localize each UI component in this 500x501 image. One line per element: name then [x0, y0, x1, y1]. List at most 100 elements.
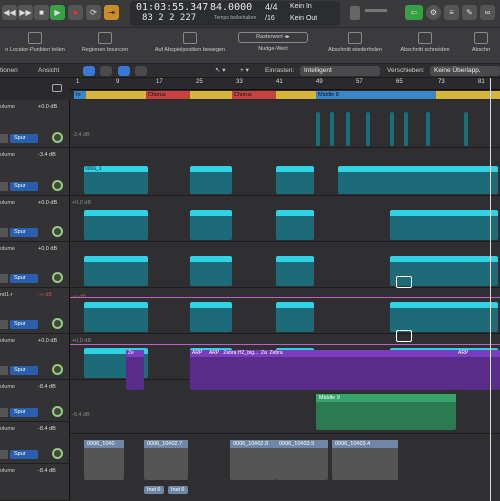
- pan-knob[interactable]: [52, 318, 63, 329]
- track-name[interactable]: Spur: [10, 450, 38, 459]
- inst-region[interactable]: Inst 6: [168, 486, 188, 494]
- region[interactable]: [276, 256, 314, 286]
- move-dropdown[interactable]: Keine Überlapp.: [430, 66, 500, 76]
- automation-value[interactable]: -8.4 dB: [38, 384, 56, 390]
- pan-knob[interactable]: [52, 448, 63, 459]
- automation-value[interactable]: -∞ dB: [38, 292, 52, 298]
- automation-param[interactable]: olume: [0, 468, 15, 474]
- track-lane[interactable]: [70, 242, 500, 288]
- cut-section-tool[interactable]: Abschnitt schneiden: [395, 32, 455, 53]
- track-lane[interactable]: -∞ dB: [70, 276, 500, 334]
- automation-param[interactable]: olume: [0, 104, 15, 110]
- pan-knob[interactable]: [52, 132, 63, 143]
- automation-param[interactable]: olume: [0, 246, 15, 252]
- region[interactable]: ARP: [456, 350, 500, 390]
- audio-region[interactable]: 0006_10#02.8: [230, 440, 276, 480]
- region[interactable]: [330, 112, 334, 146]
- region[interactable]: Middle 9: [316, 394, 456, 430]
- automation-node[interactable]: [396, 276, 412, 288]
- track-name[interactable]: Spur: [10, 182, 38, 191]
- audio-region[interactable]: 0006_10#02.7: [144, 440, 188, 480]
- automation-value[interactable]: +0.0 dB: [38, 104, 57, 110]
- split-at-locators-tool[interactable]: n Locator-Punkten teilen: [0, 32, 70, 53]
- tempo-display[interactable]: 84.0000: [210, 2, 252, 13]
- automation-value[interactable]: +0.0 dB: [38, 246, 57, 252]
- pan-knob[interactable]: [52, 180, 63, 191]
- region[interactable]: [190, 210, 232, 240]
- notes-icon[interactable]: ✎: [462, 5, 477, 20]
- automation-node[interactable]: [396, 330, 412, 342]
- automation-value[interactable]: -8.4 dB: [38, 468, 56, 474]
- replace-button[interactable]: ⇥: [104, 5, 119, 20]
- automation-param[interactable]: nd1-r: [0, 292, 13, 298]
- insert-section-tool[interactable]: Abschn: [462, 32, 500, 53]
- list-view-icon[interactable]: [100, 66, 112, 76]
- track-lane[interactable]: 0006_1: [70, 148, 500, 196]
- audio-region[interactable]: 0006_10#03.9: [276, 440, 328, 480]
- region[interactable]: [464, 112, 468, 146]
- region[interactable]: [276, 210, 314, 240]
- track-lane[interactable]: -3.4 dB: [70, 100, 500, 148]
- list-editor-icon[interactable]: ≡: [444, 5, 459, 20]
- repeat-section-tool[interactable]: Abschnitt wiederholen: [325, 32, 385, 53]
- pointer-tool-icon[interactable]: ↖ ▾: [215, 66, 226, 76]
- track-name[interactable]: Spur: [10, 274, 38, 283]
- region[interactable]: [316, 112, 320, 146]
- automation-value[interactable]: +0.0 dB: [38, 200, 57, 206]
- marker-outro[interactable]: [476, 91, 500, 99]
- pan-knob[interactable]: [52, 406, 63, 417]
- snap-dropdown[interactable]: Intelligent: [300, 66, 380, 76]
- track-name[interactable]: Spur: [10, 320, 38, 329]
- region[interactable]: [346, 112, 350, 146]
- automation-param[interactable]: olume: [0, 384, 15, 390]
- automation-value[interactable]: -3.4 dB: [38, 152, 56, 158]
- region[interactable]: [84, 302, 148, 332]
- region[interactable]: 0006_1: [84, 166, 148, 194]
- marker-verse-2[interactable]: [190, 91, 232, 99]
- functions-menu[interactable]: tionen: [0, 66, 18, 76]
- automation-param[interactable]: olume: [0, 338, 15, 344]
- track-name[interactable]: Spur: [10, 134, 38, 143]
- region[interactable]: [338, 166, 498, 194]
- bar-ruler[interactable]: 1 9 17 25 33 41 49 57 65 73 81: [70, 78, 500, 90]
- pencil-tool-icon[interactable]: + ▾: [240, 66, 249, 76]
- time-signature[interactable]: 4/4: [265, 2, 278, 12]
- nudge-value-tool[interactable]: Rasterwert ◂▸ Nudge-Wert: [238, 32, 308, 52]
- region[interactable]: [366, 112, 370, 146]
- pan-knob[interactable]: [52, 226, 63, 237]
- pan-knob[interactable]: [52, 364, 63, 375]
- automation-param[interactable]: olume: [0, 152, 15, 158]
- track-lane[interactable]: 0006_10#0 0006_10#02.7 0006_10#02.8 0006…: [70, 434, 500, 501]
- track-lane[interactable]: -8.4 dB Middle 9: [70, 390, 500, 434]
- cycle-button[interactable]: ⟳: [86, 5, 101, 20]
- division[interactable]: /16: [265, 15, 275, 22]
- nudge-dropdown[interactable]: Rasterwert ◂▸: [238, 32, 308, 43]
- track-name[interactable]: Spur: [10, 228, 38, 237]
- play-button[interactable]: ▶: [50, 5, 65, 20]
- region[interactable]: [276, 166, 314, 194]
- master-slider[interactable]: [365, 9, 387, 12]
- automation-param[interactable]: olume: [0, 200, 15, 206]
- region[interactable]: [390, 302, 498, 332]
- flex-icon[interactable]: [135, 66, 147, 76]
- view-menu[interactable]: Ansicht: [38, 66, 59, 76]
- bounce-regions-tool[interactable]: Regionen bouncen: [75, 32, 135, 53]
- region[interactable]: [276, 302, 314, 332]
- automation-value[interactable]: +0.0 dB: [38, 338, 57, 344]
- move-to-playhead-tool[interactable]: Auf Abspielposition bewegen: [145, 32, 235, 53]
- track-name[interactable]: Spur: [10, 408, 38, 417]
- automation-icon[interactable]: [118, 66, 130, 76]
- track-lane[interactable]: +0.0 dB: [70, 196, 500, 242]
- marker-chorus[interactable]: Chorus: [146, 91, 190, 99]
- region[interactable]: [190, 256, 232, 286]
- region[interactable]: [390, 210, 498, 240]
- marker-verse-3[interactable]: [276, 91, 316, 99]
- region[interactable]: [84, 210, 148, 240]
- library-button[interactable]: ⇦: [405, 5, 423, 20]
- audio-region[interactable]: 0006_10#03.4: [332, 440, 398, 480]
- marker-verse-4[interactable]: [436, 91, 476, 99]
- audio-region[interactable]: 0006_10#0: [84, 440, 124, 480]
- arrange-area[interactable]: -3.4 dB 0006_1 +0.0 dB -∞ dB: [70, 100, 500, 501]
- grid-view-icon[interactable]: [83, 66, 95, 76]
- marker-intro[interactable]: In: [74, 91, 86, 99]
